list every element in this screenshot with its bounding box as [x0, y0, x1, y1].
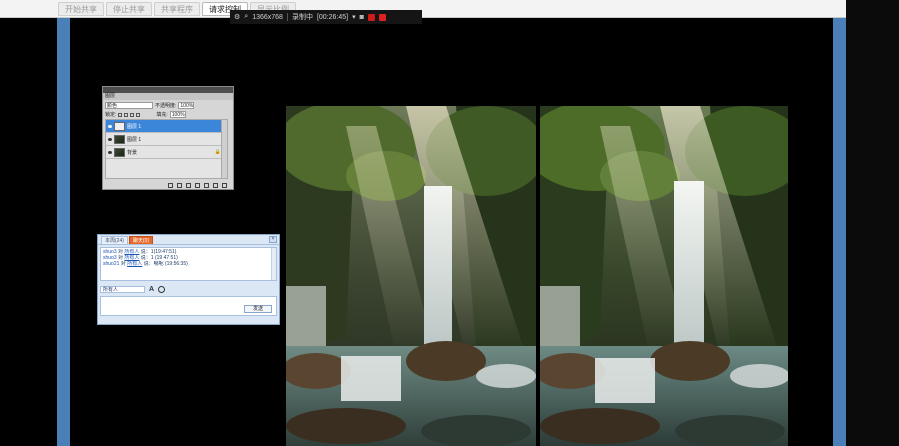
dropdown-icon[interactable]: ▾	[352, 13, 356, 21]
blend-row: 颜色 不透明度: 100%	[103, 100, 233, 110]
photo-original	[286, 106, 536, 446]
visibility-eye-icon[interactable]	[108, 137, 112, 141]
layers-tab[interactable]: 图层	[103, 93, 233, 100]
opacity-label: 不透明度:	[155, 102, 177, 109]
lock-move-icon[interactable]	[130, 112, 135, 117]
message-scrollbar[interactable]	[271, 248, 276, 280]
waterfall-image-edited	[540, 106, 788, 446]
recording-status: 录制中	[291, 14, 313, 21]
host-tab-bar: 开始共享停止共享共享程序请求控制显示比例	[0, 0, 899, 18]
lock-label: 锁定:	[105, 112, 117, 118]
photo-edited	[540, 106, 788, 446]
font-icon[interactable]: A	[149, 286, 154, 293]
recording-toolbar: ⚙ ⌕ 1366x768 录制中 [00:26:45] ▾ ◙	[230, 10, 422, 24]
message-user[interactable]: shuo21	[103, 261, 119, 267]
chat-message: shuo21 对 所有人 说：哪呢 (19:56:35)	[103, 261, 274, 267]
layer-name: 图层 1	[127, 136, 142, 143]
fill-field[interactable]: 100%	[169, 111, 186, 118]
lock-all-icon[interactable]	[136, 112, 141, 117]
chat-tab-0[interactable]: 本周(24)	[101, 236, 128, 244]
chat-window: 本周(24) 聊天(0) × shuo3 对 所有人 说：1(19:47:51) s…	[97, 234, 280, 325]
layer-row[interactable]: 图层 1	[106, 120, 227, 133]
layer-thumbnail	[114, 147, 125, 157]
send-button[interactable]: 发送	[244, 305, 272, 313]
screen: { "top_tabs": [ {"label": "开始共享", "activ…	[0, 0, 899, 446]
chat-toolbar: 所有人 A	[100, 284, 277, 294]
layer-name: 图层 1	[127, 123, 142, 130]
message-text: 说：哪呢 (19:56:35)	[142, 261, 188, 267]
message-target[interactable]: 所有人	[127, 261, 142, 267]
layer-list: 图层 1 图层 1 背景 🔒	[105, 119, 228, 179]
new-layer-icon[interactable]	[213, 182, 218, 188]
host-frame-left	[57, 18, 70, 446]
adjustment-icon[interactable]	[195, 182, 200, 188]
lock-transparency-icon[interactable]	[118, 112, 123, 117]
resolution-label: 1366x768	[252, 13, 283, 21]
divider	[286, 13, 288, 21]
tab-0[interactable]: 开始共享	[58, 2, 104, 16]
layer-row[interactable]: 背景 🔒	[106, 146, 227, 159]
layer-list-scrollbar[interactable]	[221, 120, 227, 178]
settings-icon[interactable]: ⚙	[234, 13, 240, 21]
lock-paint-icon[interactable]	[124, 112, 129, 117]
mask-icon[interactable]	[186, 182, 191, 188]
link-icon[interactable]	[168, 182, 173, 188]
close-icon[interactable]: ×	[269, 236, 277, 243]
layer-thumbnail	[114, 121, 125, 131]
lock-row: 锁定: 填充: 100%	[103, 110, 233, 119]
host-frame-right	[833, 18, 846, 446]
trash-icon[interactable]	[222, 182, 227, 188]
visibility-eye-icon[interactable]	[108, 124, 112, 128]
pause-button[interactable]	[367, 13, 375, 21]
message-list: shuo3 对 所有人 说：1(19:47:51) shuo3 对 所有人 说：1…	[100, 247, 277, 281]
waterfall-image	[286, 106, 536, 446]
folder-icon[interactable]	[204, 182, 209, 188]
chat-tabs: 本周(24) 聊天(0)	[98, 235, 279, 245]
blend-mode-select[interactable]: 颜色	[105, 101, 153, 109]
layer-name: 背景	[127, 149, 138, 156]
zoom-icon[interactable]: ⌕	[244, 13, 248, 21]
chat-tab-1[interactable]: 聊天(0)	[128, 236, 154, 244]
tab-1[interactable]: 停止共享	[106, 2, 152, 16]
layers-panel: 图层 颜色 不透明度: 100% 锁定: 填充: 100% 图层 1 图层 1 背景…	[102, 86, 234, 190]
layer-actions	[103, 181, 233, 189]
visibility-eye-icon[interactable]	[108, 150, 112, 154]
message-input[interactable]: 发送	[100, 296, 277, 316]
host-margin-right	[846, 0, 899, 446]
recording-timer: [00:26:45]	[316, 13, 349, 21]
layer-thumbnail	[114, 134, 125, 144]
emoji-icon[interactable]	[158, 285, 166, 293]
stop-button[interactable]	[378, 13, 386, 21]
fill-label: 填充:	[156, 112, 168, 118]
recipient-select[interactable]: 所有人	[100, 285, 145, 293]
fx-icon[interactable]	[177, 182, 182, 188]
layer-row[interactable]: 图层 1	[106, 133, 227, 146]
tab-2[interactable]: 共享程序	[154, 2, 200, 16]
camera-icon[interactable]: ◙	[360, 14, 364, 21]
opacity-field[interactable]: 100%	[178, 101, 195, 109]
